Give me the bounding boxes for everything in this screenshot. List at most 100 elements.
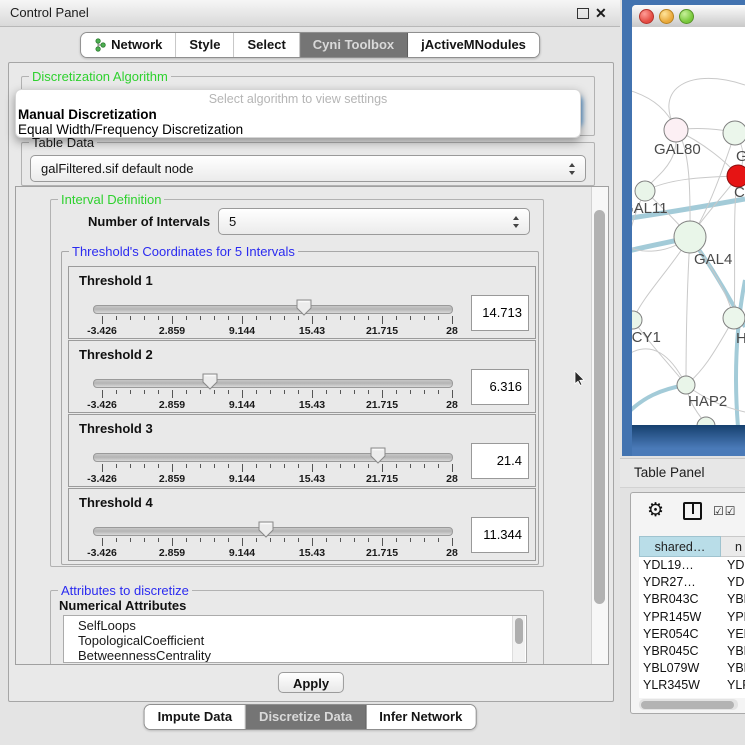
- tab-select[interactable]: Select: [234, 33, 299, 57]
- slider-thumb[interactable]: [370, 447, 386, 464]
- minimize-traffic-light[interactable]: [659, 9, 674, 24]
- right-region: GAL80GACGAL11GAL4GCY1HHAP2 Table Panel ⚙…: [620, 0, 745, 745]
- threshold-label: Threshold 2: [79, 347, 153, 362]
- table-row[interactable]: YER054CYER0: [639, 626, 745, 643]
- settings-scroll-panel: Interval Definition Number of Intervals …: [15, 186, 609, 665]
- table-row[interactable]: YPR145WYPR1: [639, 609, 745, 626]
- network-node-label: HAP2: [688, 393, 727, 410]
- split-divider: [692, 504, 694, 514]
- slider-tick-labels: -3.4262.8599.14415.4321.71528: [102, 325, 453, 337]
- threshold-slider[interactable]: -3.4262.8599.14415.4321.71528: [93, 519, 455, 559]
- tab-infer-network[interactable]: Infer Network: [366, 705, 475, 729]
- group-title: Discretization Algorithm: [29, 69, 171, 84]
- tab-label: Select: [247, 33, 285, 57]
- network-node[interactable]: [664, 118, 688, 142]
- slider-track[interactable]: [93, 305, 453, 314]
- close-traffic-light[interactable]: [639, 9, 654, 24]
- gear-icon[interactable]: ⚙: [647, 499, 664, 521]
- network-node[interactable]: [674, 221, 706, 253]
- control-panel: Control Panel ✕ Network Style Select Cyn…: [0, 0, 621, 745]
- split-view-icon[interactable]: [683, 502, 702, 520]
- network-node[interactable]: [677, 376, 695, 394]
- cell-shared-name: YPR145W: [643, 609, 701, 626]
- threshold-value-field[interactable]: 6.316: [471, 369, 529, 405]
- network-canvas[interactable]: GAL80GACGAL11GAL4GCY1HHAP2: [632, 27, 745, 425]
- horizontal-scrollbar[interactable]: [639, 699, 738, 710]
- network-node[interactable]: [723, 121, 745, 145]
- mac-titlebar: [632, 5, 745, 28]
- slider-ticks: [102, 316, 453, 325]
- slider-tick-labels: -3.4262.8599.14415.4321.71528: [102, 473, 453, 485]
- network-node[interactable]: [697, 417, 715, 425]
- tab-style[interactable]: Style: [176, 33, 234, 57]
- popup-option-manual-discretization[interactable]: Manual Discretization: [18, 107, 157, 122]
- checkbox-icons[interactable]: ☑☑: [713, 504, 737, 518]
- group-title: Threshold's Coordinates for 5 Intervals: [69, 244, 298, 259]
- tab-impute-data[interactable]: Impute Data: [145, 705, 246, 729]
- cell-name: YIL0: [727, 695, 745, 698]
- network-node[interactable]: [635, 181, 655, 201]
- cell-shared-name: YER054C: [643, 626, 699, 643]
- cell-name: YBL0: [727, 660, 745, 677]
- column-header-shared-name[interactable]: shared…: [639, 536, 721, 557]
- table-panel-window: ⚙ ☑☑ shared… n YDL19…YDL1YDR27…YDR2YBR04…: [630, 492, 745, 714]
- column-header-name[interactable]: n: [721, 536, 745, 557]
- threshold-value-field[interactable]: 14.713: [471, 295, 529, 331]
- table-row[interactable]: YIL052CYIL0: [639, 695, 745, 698]
- slider-thumb[interactable]: [258, 521, 274, 538]
- threshold-label: Threshold 4: [79, 495, 153, 510]
- cell-name: YBR0: [727, 591, 745, 608]
- scrollbar-thumb[interactable]: [515, 618, 523, 644]
- threshold-value-field[interactable]: 21.4: [471, 443, 529, 479]
- tab-discretize-data[interactable]: Discretize Data: [246, 705, 366, 729]
- tab-label: Style: [189, 33, 220, 57]
- tab-label: Cyni Toolbox: [313, 33, 394, 57]
- numerical-attributes-label: Numerical Attributes: [59, 598, 186, 613]
- group-title: Attributes to discretize: [58, 583, 192, 598]
- scrollbar-thumb[interactable]: [641, 701, 734, 709]
- network-node[interactable]: [632, 311, 642, 329]
- combobox-value: 5: [229, 209, 236, 234]
- table-panel-title: Table Panel: [634, 459, 705, 487]
- threshold-slider[interactable]: -3.4262.8599.14415.4321.71528: [93, 371, 455, 411]
- node-table: shared… n YDL19…YDL1YDR27…YDR2YBR043CYBR…: [639, 536, 745, 698]
- vertical-scrollbar[interactable]: [591, 187, 608, 664]
- popup-option-equal-width-frequency[interactable]: Equal Width/Frequency Discretization: [18, 122, 243, 137]
- threshold-panel: Threshold 1-3.4262.8599.14415.4321.71528…: [68, 266, 536, 339]
- num-intervals-combobox[interactable]: 5: [218, 208, 530, 235]
- table-row[interactable]: YBR045CYBR0: [639, 643, 745, 660]
- zoom-traffic-light[interactable]: [679, 9, 694, 24]
- list-item[interactable]: SelfLoops: [78, 618, 136, 633]
- list-item[interactable]: TopologicalCoefficient: [78, 633, 204, 648]
- cell-name: YDL1: [727, 557, 745, 574]
- cell-shared-name: YLR345W: [643, 677, 700, 694]
- threshold-value-field[interactable]: 11.344: [471, 517, 529, 553]
- table-row[interactable]: YDL19…YDL1: [639, 557, 745, 574]
- table-data-combobox[interactable]: galFiltered.sif default node: [30, 155, 586, 182]
- list-scrollbar[interactable]: [512, 616, 525, 662]
- slider-track[interactable]: [93, 453, 453, 462]
- tab-jactivemnodules[interactable]: jActiveMNodules: [408, 33, 539, 57]
- table-row[interactable]: YBL079W YBL0: [639, 660, 745, 677]
- close-icon[interactable]: ✕: [595, 3, 607, 23]
- apply-button[interactable]: Apply: [278, 672, 344, 693]
- tab-label: Discretize Data: [259, 705, 352, 729]
- threshold-slider[interactable]: -3.4262.8599.14415.4321.71528: [93, 445, 455, 485]
- slider-track[interactable]: [93, 379, 453, 388]
- tab-network[interactable]: Network: [81, 33, 176, 57]
- network-node[interactable]: [723, 307, 745, 329]
- tab-cyni-toolbox[interactable]: Cyni Toolbox: [300, 33, 408, 57]
- slider-thumb[interactable]: [296, 299, 312, 316]
- float-window-icon[interactable]: [577, 8, 589, 19]
- cell-shared-name: YBL079W: [643, 660, 699, 677]
- attributes-list[interactable]: SelfLoops TopologicalCoefficient Between…: [63, 615, 527, 663]
- threshold-label: Threshold 3: [79, 421, 153, 436]
- table-row[interactable]: YDR27…YDR2: [639, 574, 745, 591]
- scrollbar-thumb[interactable]: [594, 210, 605, 604]
- group-title: Interval Definition: [58, 192, 164, 207]
- threshold-slider[interactable]: -3.4262.8599.14415.4321.71528: [93, 297, 455, 337]
- slider-thumb[interactable]: [202, 373, 218, 390]
- table-row[interactable]: YBR043CYBR0: [639, 591, 745, 608]
- table-row[interactable]: YLR345WYLR3: [639, 677, 745, 694]
- list-item[interactable]: BetweennessCentrality: [78, 648, 211, 663]
